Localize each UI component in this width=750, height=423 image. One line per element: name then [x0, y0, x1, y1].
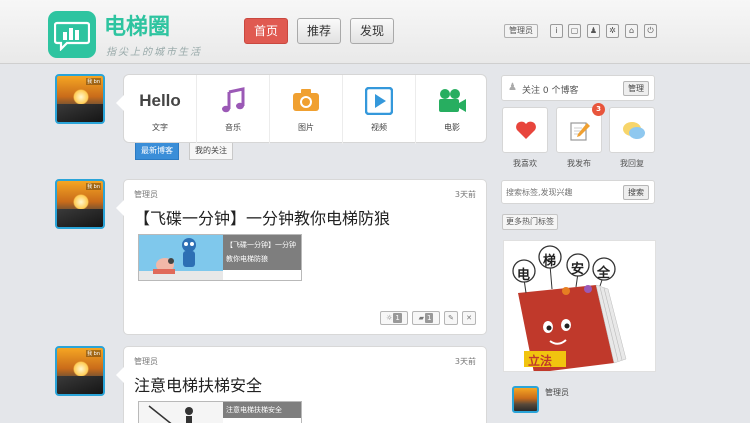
like-count: 1 — [393, 313, 402, 323]
sidebar-user-avatar[interactable] — [512, 386, 539, 413]
image-word-3: 安 — [571, 262, 585, 277]
comment-icon: ▰ — [418, 314, 424, 322]
publish-music-label: 音乐 — [225, 123, 241, 132]
publish-image-button[interactable]: 图片 — [270, 75, 343, 144]
top-header: 电梯圈 指尖上的城市生活 首页 推荐 发现 管理员 i ▢ ♟ ✲ ⌂ ⏻ — [0, 0, 750, 64]
post-author[interactable]: 管理员 — [134, 356, 158, 367]
publish-badge: 3 — [592, 103, 605, 116]
user-icon: ♟ — [508, 82, 517, 93]
music-icon — [219, 87, 247, 119]
camera-icon — [292, 87, 320, 117]
sidebar-user-name[interactable]: 管理员 — [545, 387, 569, 398]
publish-text-label: 文字 — [152, 123, 168, 132]
user-add-icon[interactable]: ♟ — [587, 24, 600, 38]
edit-button[interactable]: ✎ — [444, 311, 458, 325]
my-posts-label: 我发布 — [567, 159, 591, 168]
my-replies-tile[interactable] — [609, 107, 655, 153]
comment-button[interactable]: ▰ 1 — [412, 311, 440, 325]
message-icon[interactable]: ▢ — [568, 24, 581, 38]
tag-search-input[interactable] — [506, 185, 618, 200]
logo-slogan: 指尖上的城市生活 — [106, 47, 202, 58]
gear-icon[interactable]: ✲ — [606, 24, 619, 38]
publish-movie-label: 电影 — [444, 123, 460, 132]
home-icon[interactable]: ⌂ — [625, 24, 638, 38]
my-replies-label: 我回复 — [620, 159, 644, 168]
publish-text-button[interactable]: Hello 文字 — [124, 75, 197, 144]
media-caption: 【飞碟一分钟】一分钟教你电梯防狼 — [223, 235, 301, 270]
video-thumbnail[interactable] — [139, 235, 223, 280]
delete-button[interactable]: ✕ — [462, 311, 476, 325]
post-media[interactable]: 【飞碟一分钟】一分钟教你电梯防狼 — [138, 234, 302, 281]
publish-video-label: 视频 — [371, 123, 387, 132]
chat-icon — [623, 122, 645, 139]
hello-text: Hello — [139, 91, 181, 110]
nav-home-button[interactable]: 首页 — [244, 18, 289, 44]
header-user-button[interactable]: 管理员 — [504, 24, 538, 38]
publish-video-button[interactable]: 视频 — [343, 75, 416, 144]
media-caption: 注意电梯扶梯安全 — [223, 402, 301, 418]
featured-image[interactable]: 电 梯 安 全 立法 — [503, 240, 656, 372]
avatar[interactable]: 我 bn — [55, 346, 105, 396]
feed-card: 管理员 3天前 【飞碟一分钟】一分钟教你电梯防狼 【飞碟一分钟】一分钟教你电梯防… — [116, 179, 487, 335]
logo-icon[interactable] — [48, 11, 96, 58]
lightbulb-icon: ☼ — [386, 314, 393, 322]
movie-camera-icon — [437, 87, 467, 119]
logo-title[interactable]: 电梯圈 — [104, 9, 170, 41]
nav-discover-button[interactable]: 发现 — [350, 18, 395, 44]
tag-search-box: 搜索 — [501, 180, 655, 204]
publish-box: Hello 文字 音乐 图片 视频 电影 — [116, 74, 488, 144]
follow-count-text: 关注 0 个博客 — [522, 86, 579, 96]
comment-count: 1 — [424, 313, 434, 323]
close-icon: ✕ — [466, 314, 472, 322]
avatar-tag: 我 bn — [86, 78, 101, 85]
publish-image-label: 图片 — [298, 123, 314, 132]
like-button[interactable]: ☼ 1 — [380, 311, 408, 325]
avatar[interactable]: 我 bn — [55, 74, 105, 124]
heart-icon — [516, 121, 536, 139]
my-likes-label: 我喜欢 — [513, 159, 537, 168]
manage-button[interactable]: 管理 — [623, 81, 649, 96]
edit-icon — [570, 122, 590, 141]
avatar-tag: 我 bn — [86, 183, 101, 190]
video-thumbnail[interactable] — [139, 402, 223, 423]
tab-my-follows[interactable]: 我的关注 — [189, 143, 233, 160]
publish-music-button[interactable]: 音乐 — [197, 75, 270, 144]
avatar[interactable]: 我 bn — [55, 179, 105, 229]
more-tags-button[interactable]: 更多热门标签 — [502, 214, 558, 230]
feed-card: 管理员 3天前 注意电梯扶梯安全 注意电梯扶梯安全 — [116, 346, 487, 423]
edit-icon: ✎ — [448, 314, 454, 322]
image-word-5: 立法 — [528, 354, 553, 368]
avatar-tag: 我 bn — [86, 350, 101, 357]
image-word-1: 电 — [517, 268, 531, 283]
post-actions: ☼ 1 ▰ 1 ✎ ✕ — [380, 311, 476, 325]
post-title[interactable]: 【飞碟一分钟】一分钟教你电梯防狼 — [134, 205, 390, 229]
post-author[interactable]: 管理员 — [134, 189, 158, 200]
image-word-2: 梯 — [543, 254, 557, 269]
video-icon — [364, 86, 394, 119]
publish-movie-button[interactable]: 电影 — [416, 75, 488, 144]
power-icon[interactable]: ⏻ — [644, 24, 657, 38]
post-time: 3天前 — [454, 190, 476, 199]
tab-latest-blogs[interactable]: 最新博客 — [135, 143, 179, 160]
nav-recommend-button[interactable]: 推荐 — [297, 18, 342, 44]
post-media[interactable]: 注意电梯扶梯安全 — [138, 401, 302, 423]
image-word-4: 全 — [597, 266, 611, 281]
post-time: 3天前 — [454, 357, 476, 366]
search-button[interactable]: 搜索 — [623, 185, 649, 200]
my-likes-tile[interactable] — [502, 107, 548, 153]
post-title[interactable]: 注意电梯扶梯安全 — [134, 372, 262, 396]
info-icon[interactable]: i — [550, 24, 563, 38]
follow-box: ♟ 关注 0 个博客 管理 — [501, 75, 655, 101]
